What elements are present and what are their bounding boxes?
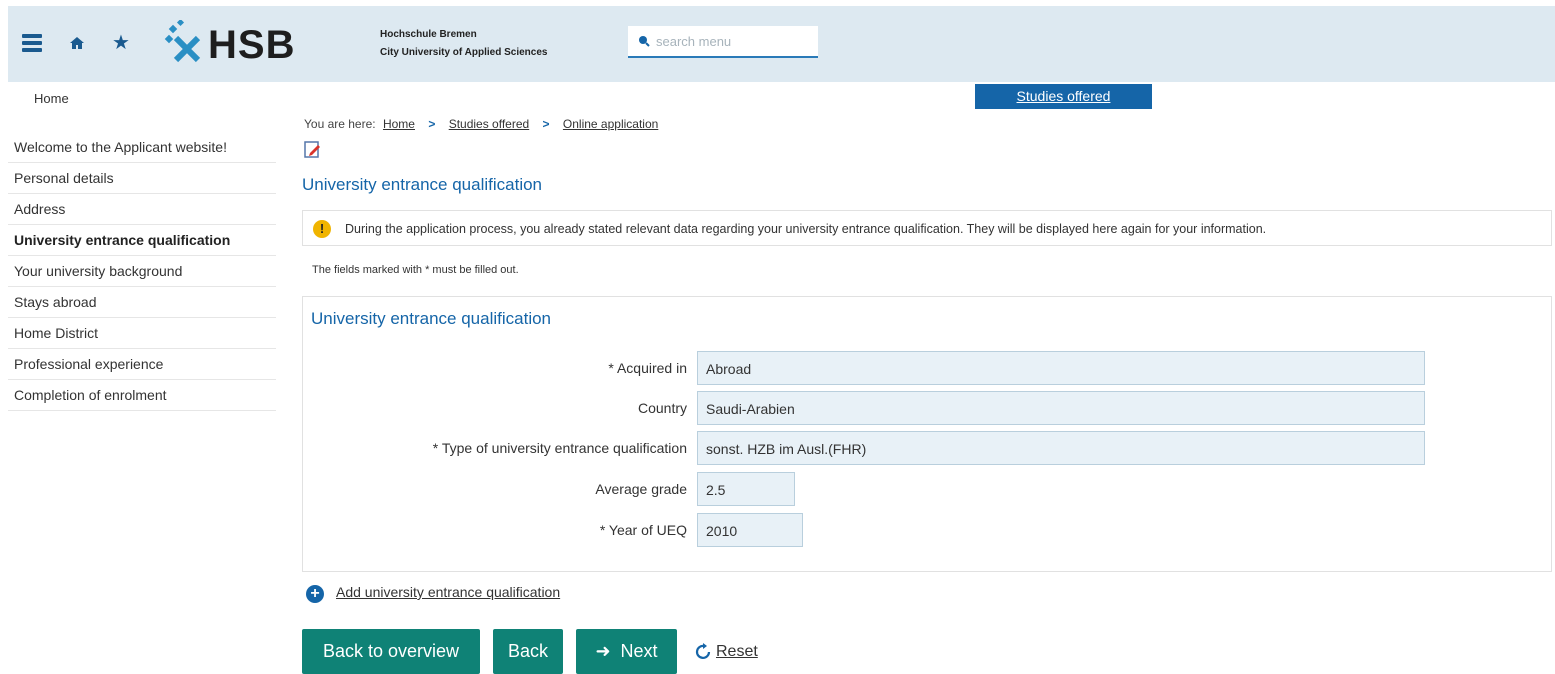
reset-icon[interactable] (694, 642, 714, 662)
nav-row: Home Studies offered (8, 84, 1555, 112)
required-note: The fields marked with * must be filled … (312, 264, 519, 276)
breadcrumb-studies-offered[interactable]: Studies offered (449, 117, 530, 131)
info-icon: ! (313, 220, 331, 238)
header-bar: ★ HSB Hochschule Bremen City University … (8, 6, 1555, 82)
school-name-line1: Hochschule Bremen (380, 29, 477, 40)
back-to-overview-button[interactable]: Back to overview (302, 629, 480, 674)
info-box: ! During the application process, you al… (302, 210, 1552, 246)
type-of-ueq-value: sonst. HZB im Ausl.(FHR) (697, 431, 1425, 465)
menu-icon[interactable] (22, 34, 42, 52)
school-name: Hochschule Bremen City University of App… (380, 26, 547, 62)
logo-text[interactable]: HSB (208, 23, 295, 68)
sidebar-item-personal-details[interactable]: Personal details (8, 163, 276, 194)
hsb-logo-icon[interactable] (164, 20, 204, 64)
year-of-ueq-value: 2010 (697, 513, 803, 547)
form-row-country: Country Saudi-Arabien (303, 391, 1553, 427)
sidebar: Welcome to the Applicant website! Person… (8, 132, 276, 411)
type-of-ueq-label: * Type of university entrance qualificat… (432, 440, 687, 456)
school-name-line2: City University of Applied Sciences (380, 47, 548, 58)
country-label: Country (637, 400, 687, 416)
reset-label[interactable]: Reset (716, 643, 758, 661)
average-grade-value: 2.5 (697, 472, 795, 506)
sidebar-item-completion-of-enrolment[interactable]: Completion of enrolment (8, 380, 276, 411)
panel-title: University entrance qualification (311, 309, 552, 328)
add-icon[interactable]: + (306, 585, 324, 603)
sidebar-item-home-district[interactable]: Home District (8, 318, 276, 349)
next-button[interactable]: ➜ Next (576, 629, 677, 674)
star-icon[interactable]: ★ (112, 30, 130, 54)
form-row-acquired-in: * Acquired in Abroad (303, 351, 1553, 387)
sidebar-item-address[interactable]: Address (8, 194, 276, 225)
arrow-right-icon: ➜ (595, 641, 611, 662)
acquired-in-value: Abroad (697, 351, 1425, 385)
tab-studies-offered[interactable]: Studies offered (975, 84, 1152, 109)
sidebar-item-university-background[interactable]: Your university background (8, 256, 276, 287)
acquired-in-label: * Acquired in (608, 360, 687, 376)
form-row-year-of-ueq: * Year of UEQ 2010 (303, 513, 1553, 549)
sidebar-item-university-entrance-qualification[interactable]: University entrance qualification (8, 225, 276, 256)
year-of-ueq-label: * Year of UEQ (599, 522, 687, 538)
country-value: Saudi-Arabien (697, 391, 1425, 425)
add-ueq-label[interactable]: Add university entrance qualification (336, 584, 560, 600)
home-icon[interactable] (68, 34, 86, 52)
search-box[interactable] (628, 26, 818, 58)
form-row-average-grade: Average grade 2.5 (303, 472, 1553, 508)
breadcrumb: You are here: Home > Studies offered > O… (304, 117, 658, 131)
breadcrumb-prefix: You are here: (304, 117, 376, 131)
chevron-right-icon: > (428, 117, 436, 131)
nav-home-link[interactable]: Home (34, 91, 69, 106)
page-title: University entrance qualification (302, 175, 543, 194)
form-panel: University entrance qualification * Acqu… (302, 296, 1552, 572)
sidebar-item-welcome[interactable]: Welcome to the Applicant website! (8, 132, 276, 163)
breadcrumb-online-application[interactable]: Online application (563, 117, 658, 131)
sidebar-item-professional-experience[interactable]: Professional experience (8, 349, 276, 380)
next-label: Next (620, 641, 658, 661)
form-row-type-of-ueq: * Type of university entrance qualificat… (303, 431, 1553, 467)
edit-icon[interactable] (304, 140, 322, 158)
chevron-right-icon: > (542, 117, 550, 131)
average-grade-label: Average grade (595, 481, 687, 497)
search-input[interactable] (656, 30, 812, 52)
breadcrumb-home[interactable]: Home (383, 117, 415, 131)
info-text: During the application process, you alre… (345, 222, 1267, 236)
sidebar-item-stays-abroad[interactable]: Stays abroad (8, 287, 276, 318)
back-button[interactable]: Back (493, 629, 563, 674)
search-icon (639, 36, 650, 47)
